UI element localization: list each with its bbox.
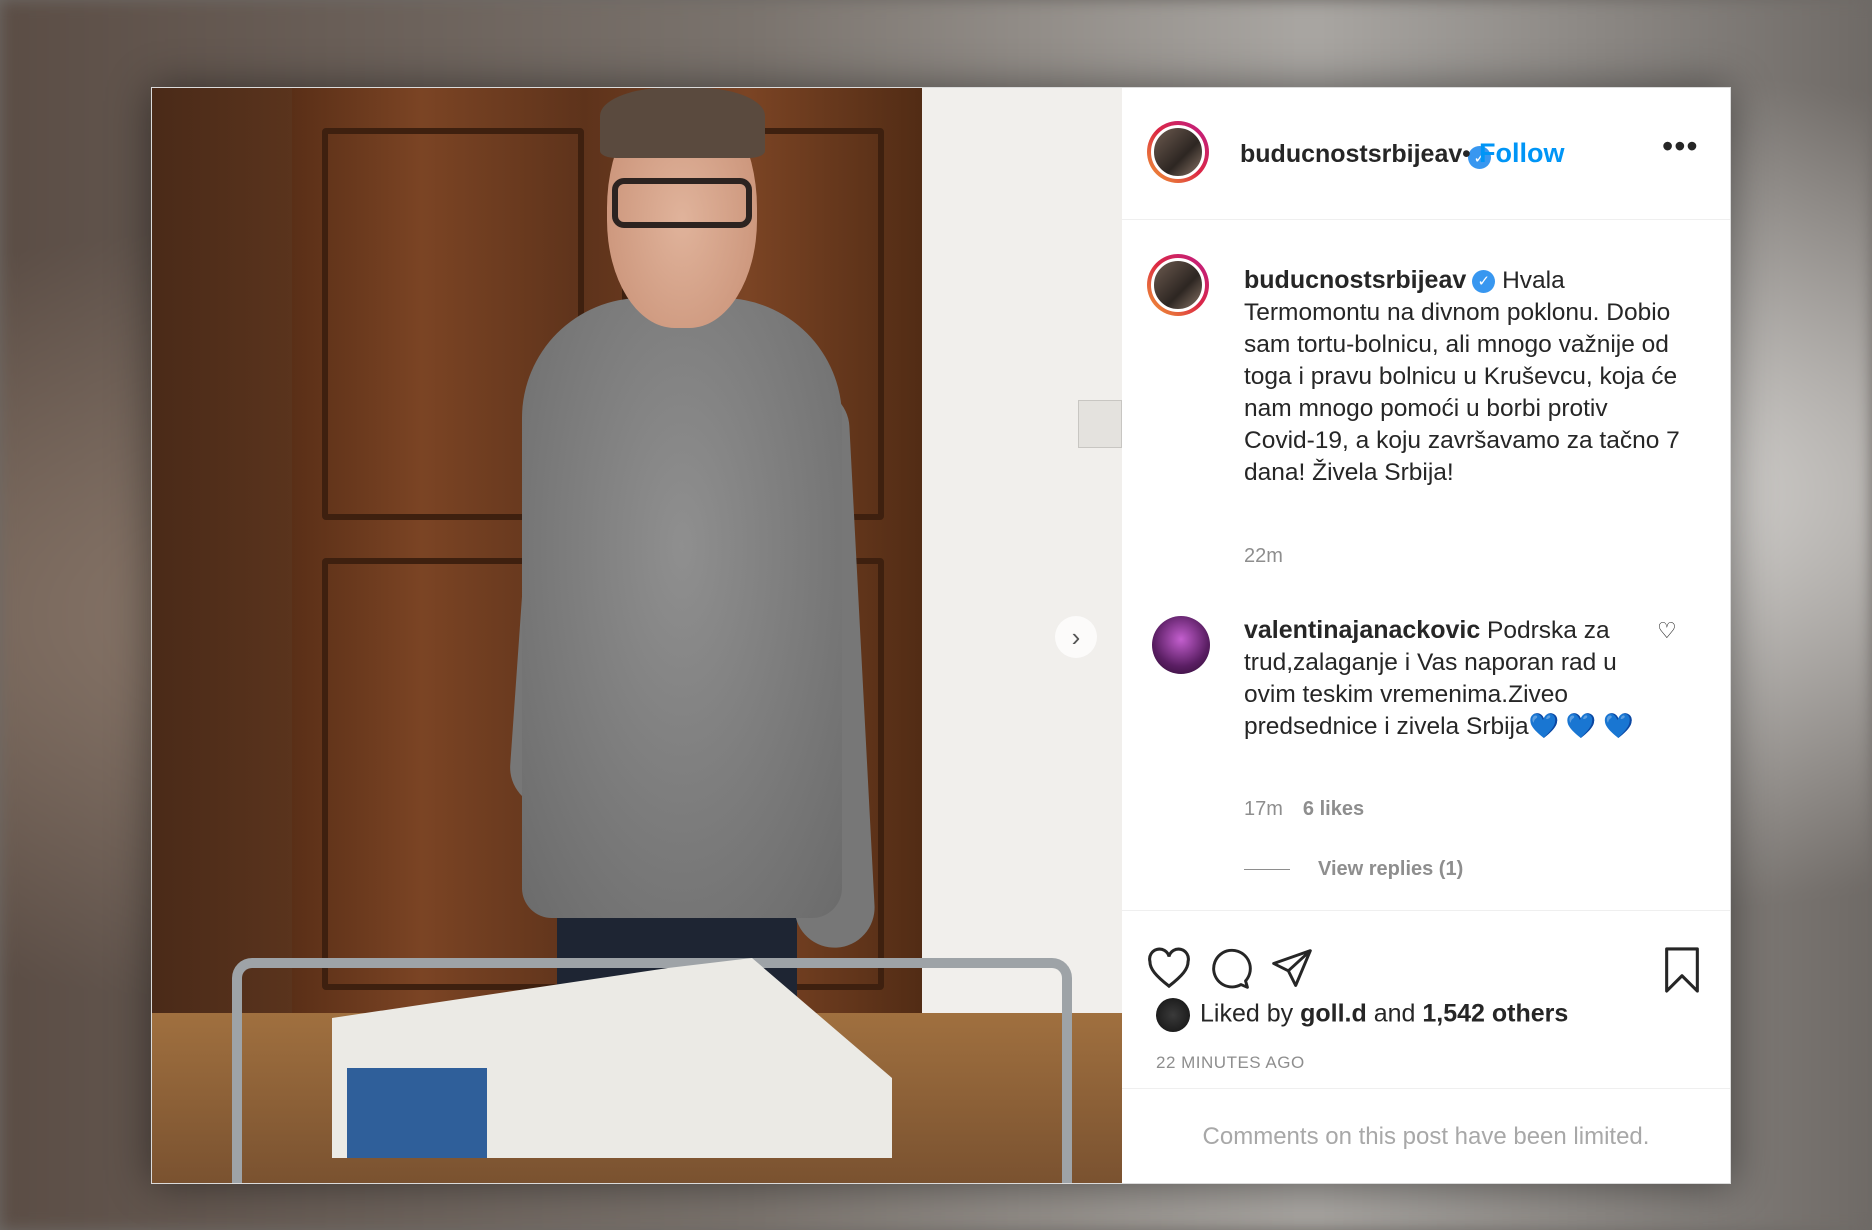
comments-limited-notice: Comments on this post have been limited. xyxy=(1122,1088,1730,1184)
author-username[interactable]: buducnostsrbijeav xyxy=(1240,140,1462,168)
more-options-icon[interactable]: ••• xyxy=(1662,128,1699,165)
blue-heart-emojis: 💙 💙 💙 xyxy=(1528,713,1634,740)
actions-bar xyxy=(1122,910,1730,993)
share-paper-plane-icon[interactable] xyxy=(1270,947,1314,996)
caption-username[interactable]: buducnostsrbijeav xyxy=(1244,266,1466,294)
author-avatar[interactable] xyxy=(1147,121,1209,183)
separator-dot: • xyxy=(1462,140,1471,168)
view-replies-button[interactable]: View replies (1) xyxy=(1244,858,1463,881)
likes-count[interactable]: 1,542 others xyxy=(1422,1000,1568,1028)
post-timestamp[interactable]: 22 MINUTES AGO xyxy=(1156,1053,1305,1073)
cake-blue-wing xyxy=(347,1068,487,1158)
liker-username[interactable]: goll.d xyxy=(1300,1000,1367,1028)
view-replies-label: View replies (1) xyxy=(1318,858,1464,880)
light-switch xyxy=(1078,400,1122,448)
comment-username[interactable]: valentinajanackovic xyxy=(1244,616,1480,644)
comment-likes[interactable]: 6 likes xyxy=(1303,798,1364,820)
post-sidebar: buducnostsrbijeav ✓ • Follow ••• buducnos… xyxy=(1122,88,1730,1183)
comment-bubble-icon[interactable] xyxy=(1208,947,1252,996)
grey-sweater xyxy=(522,298,842,918)
instagram-post: › buducnostsrbijeav ✓ • Follow ••• buducn… xyxy=(151,87,1731,1184)
save-bookmark-icon[interactable] xyxy=(1662,947,1702,998)
post-header: buducnostsrbijeav ✓ • Follow ••• xyxy=(1122,88,1730,220)
follow-button[interactable]: Follow xyxy=(1479,138,1564,169)
caption-text: Hvala Termomontu na divnom poklonu. Dobi… xyxy=(1244,267,1680,486)
author-name-row: buducnostsrbijeav ✓ xyxy=(1240,140,1492,170)
liker-avatar[interactable] xyxy=(1156,998,1190,1032)
comment-like-heart-icon[interactable]: ♡ xyxy=(1657,618,1677,644)
comment: valentinajanackovic Podrska za trud,zala… xyxy=(1244,614,1644,743)
glasses xyxy=(612,178,752,228)
liked-by-and: and xyxy=(1373,999,1416,1028)
caption-avatar[interactable] xyxy=(1147,254,1209,316)
next-photo-arrow-icon[interactable]: › xyxy=(1055,616,1097,658)
comment-meta: 17m 6 likes xyxy=(1244,798,1364,821)
post-photo: › xyxy=(152,88,1122,1183)
verified-badge-icon: ✓ xyxy=(1472,270,1496,294)
hair xyxy=(600,88,765,158)
comment-time[interactable]: 17m xyxy=(1244,798,1283,820)
man-figure xyxy=(382,88,882,1108)
liked-by-prefix: Liked by xyxy=(1200,999,1294,1028)
like-heart-icon[interactable] xyxy=(1146,947,1192,994)
liked-by-line: Liked by goll.d and 1,542 others xyxy=(1156,998,1568,1032)
commenter-avatar[interactable] xyxy=(1152,616,1210,674)
caption: buducnostsrbijeav ✓ Hvala Termomontu na d… xyxy=(1244,264,1684,489)
comments-limited-text: Comments on this post have been limited. xyxy=(1202,1122,1650,1150)
caption-time[interactable]: 22m xyxy=(1244,545,1283,568)
replies-line xyxy=(1244,869,1290,871)
